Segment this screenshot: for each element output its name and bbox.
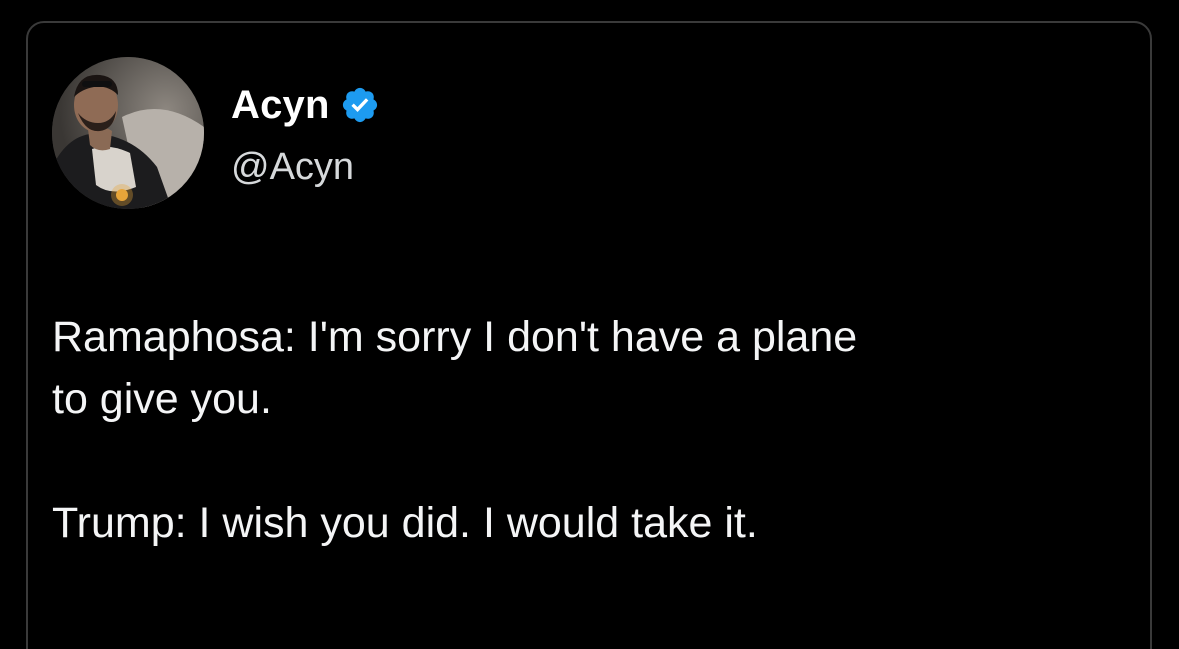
tweet-text-line: Ramaphosa: I'm sorry I don't have a plan… xyxy=(52,313,858,361)
author-name-row[interactable]: Acyn xyxy=(231,81,380,129)
author-handle[interactable]: @Acyn xyxy=(231,144,354,190)
avatar-photo xyxy=(52,57,204,209)
author-display-name[interactable]: Acyn xyxy=(231,81,330,129)
tweet-text-line: to give you. xyxy=(52,375,272,423)
avatar[interactable] xyxy=(52,57,204,209)
verified-badge-icon xyxy=(342,87,377,123)
tweet-text-line: Trump: I wish you did. I would take it. xyxy=(52,499,758,547)
tweet-card[interactable]: Acyn @Acyn Ramaphosa: I'm sorry I don't … xyxy=(26,21,1152,649)
tweet-text: Ramaphosa: I'm sorry I don't have a plan… xyxy=(52,306,1132,554)
